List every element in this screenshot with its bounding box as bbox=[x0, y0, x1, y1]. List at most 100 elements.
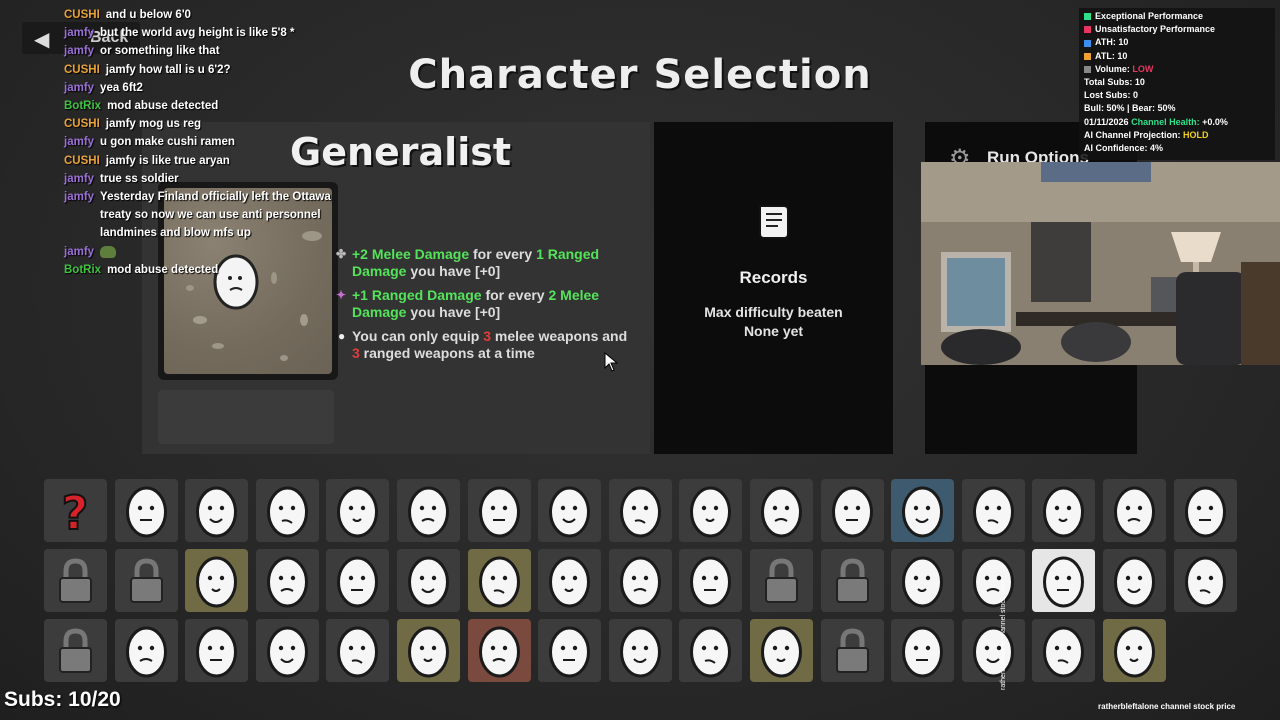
character-cell[interactable] bbox=[326, 549, 390, 612]
character-cell[interactable] bbox=[1103, 549, 1166, 612]
legend-swatch-icon bbox=[1084, 13, 1091, 21]
character-cell[interactable] bbox=[820, 479, 884, 542]
records-heading: Records bbox=[739, 268, 808, 287]
chat-message: CUSHI jamfy is like true aryan bbox=[64, 152, 334, 170]
egg-character-icon bbox=[478, 556, 520, 608]
subs-counter: Subs: 10/20 bbox=[4, 688, 121, 711]
character-cell[interactable] bbox=[114, 619, 178, 682]
character-cell[interactable] bbox=[397, 619, 460, 682]
chat-message: jamfy or something like that bbox=[64, 42, 334, 60]
character-cell[interactable] bbox=[538, 549, 602, 612]
locked-character-cell[interactable] bbox=[820, 619, 884, 682]
character-cell[interactable] bbox=[538, 479, 602, 542]
character-cell[interactable] bbox=[1032, 479, 1096, 542]
character-cell[interactable] bbox=[467, 549, 531, 612]
health-value: +0.0% bbox=[1202, 116, 1228, 127]
chat-username: jamfy bbox=[64, 245, 95, 258]
character-cell[interactable] bbox=[679, 619, 743, 682]
character-cell[interactable] bbox=[397, 549, 460, 612]
chat-text: or something like that bbox=[100, 45, 220, 58]
ai-confidence: AI Confidence: 4% bbox=[1084, 143, 1164, 154]
locked-character-cell[interactable] bbox=[44, 619, 107, 682]
chat-text: u gon make cushi ramen bbox=[100, 136, 235, 149]
character-cell[interactable] bbox=[1103, 479, 1166, 542]
egg-character-icon bbox=[1043, 556, 1085, 608]
chat-message: jamfy true ss soldier bbox=[64, 170, 334, 188]
locked-character-cell[interactable] bbox=[114, 549, 178, 612]
chat-text: jamfy how tall is u 6'2? bbox=[105, 63, 231, 76]
egg-character-icon bbox=[690, 486, 732, 538]
character-cell[interactable] bbox=[679, 479, 743, 542]
character-cell[interactable] bbox=[467, 619, 531, 682]
character-cell[interactable] bbox=[750, 619, 813, 682]
character-cell[interactable] bbox=[255, 479, 319, 542]
character-cell[interactable] bbox=[961, 549, 1025, 612]
character-cell[interactable] bbox=[1103, 619, 1166, 682]
egg-character-icon bbox=[972, 486, 1014, 538]
records-max-difficulty-value: None yet bbox=[743, 323, 804, 339]
bow-icon: ✦ bbox=[336, 288, 347, 302]
character-cell[interactable] bbox=[397, 479, 460, 542]
character-cell[interactable] bbox=[1173, 479, 1237, 542]
character-cell[interactable] bbox=[750, 479, 813, 542]
egg-character-icon bbox=[1043, 626, 1085, 678]
character-cell[interactable] bbox=[1173, 549, 1237, 612]
character-cell[interactable] bbox=[891, 619, 955, 682]
stock-caption-vertical: ratherbleftalone channel stock price bbox=[1000, 579, 1007, 690]
egg-character-icon bbox=[478, 626, 520, 678]
character-cell[interactable] bbox=[608, 549, 672, 612]
ath-swatch-icon bbox=[1084, 39, 1091, 47]
character-cell[interactable] bbox=[185, 549, 249, 612]
chat-message: CUSHI and u below 6'0 bbox=[64, 6, 334, 24]
chat-username: jamfy bbox=[64, 172, 95, 185]
character-cell[interactable] bbox=[608, 479, 672, 542]
chat-message: jamfy Yesterday Finland officially left t… bbox=[64, 188, 334, 243]
character-cell[interactable] bbox=[114, 479, 178, 542]
egg-character-icon bbox=[1114, 556, 1155, 608]
chat-text: jamfy mog us reg bbox=[105, 118, 201, 131]
records-panel: Records Max difficulty beaten None yet bbox=[654, 122, 893, 454]
character-cell[interactable] bbox=[961, 619, 1025, 682]
ath-label: ATH: bbox=[1095, 37, 1116, 48]
egg-character-icon bbox=[619, 626, 661, 678]
locked-character-cell[interactable] bbox=[750, 549, 813, 612]
webcam-overlay bbox=[921, 162, 1280, 365]
egg-character-icon bbox=[196, 486, 238, 538]
egg-character-icon bbox=[125, 626, 167, 678]
egg-character-icon bbox=[337, 556, 379, 608]
character-cell[interactable] bbox=[255, 549, 319, 612]
character-cell[interactable] bbox=[1032, 619, 1096, 682]
character-cell[interactable] bbox=[608, 619, 672, 682]
character-cell[interactable] bbox=[891, 549, 955, 612]
character-cell[interactable] bbox=[467, 479, 531, 542]
egg-character-icon bbox=[337, 626, 379, 678]
character-cell[interactable] bbox=[961, 479, 1025, 542]
random-character-cell[interactable]: ? bbox=[44, 479, 107, 542]
chat-message: jamfy bbox=[64, 243, 334, 261]
lost-subs: Lost Subs: 0 bbox=[1084, 90, 1139, 101]
character-cell[interactable] bbox=[185, 479, 249, 542]
volume-value: LOW bbox=[1132, 63, 1154, 74]
character-cell[interactable] bbox=[255, 619, 319, 682]
chat-message: jamfy yea 6ft2 bbox=[64, 79, 334, 97]
health-label: Channel Health: bbox=[1131, 116, 1200, 127]
egg-character-icon bbox=[196, 556, 238, 608]
character-cell[interactable] bbox=[679, 549, 743, 612]
question-mark-icon: ? bbox=[61, 485, 90, 541]
bullet-icon: ● bbox=[338, 329, 346, 343]
egg-character-icon bbox=[196, 626, 238, 678]
svg-text:?: ? bbox=[62, 486, 89, 540]
character-cell[interactable] bbox=[326, 619, 390, 682]
chat-text: jamfy is like true aryan bbox=[105, 154, 230, 167]
locked-character-cell[interactable] bbox=[44, 549, 107, 612]
egg-character-icon bbox=[972, 626, 1014, 678]
locked-character-cell[interactable] bbox=[820, 549, 884, 612]
character-cell[interactable] bbox=[891, 479, 955, 542]
character-cell[interactable] bbox=[326, 479, 390, 542]
lock-icon bbox=[59, 558, 92, 603]
character-cell[interactable] bbox=[538, 619, 602, 682]
character-cell[interactable] bbox=[1032, 549, 1096, 612]
bonus-line-3: ● You can only equip 3 melee weapons and… bbox=[338, 328, 628, 361]
chat-username: jamfy bbox=[64, 191, 95, 204]
character-cell[interactable] bbox=[185, 619, 249, 682]
